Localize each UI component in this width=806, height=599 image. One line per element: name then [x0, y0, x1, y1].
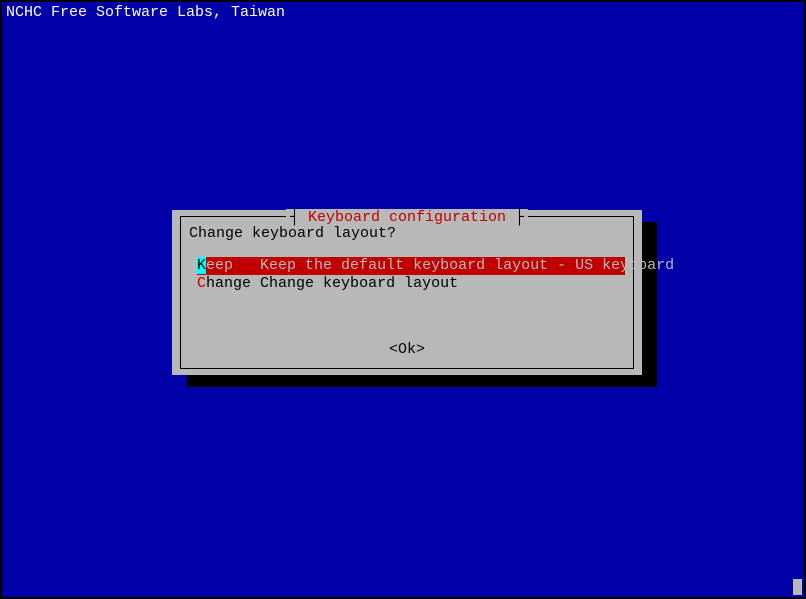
menu-item-hotkey: K: [197, 257, 206, 274]
title-bracket-left: ┤: [290, 209, 299, 226]
menu-item-keep[interactable]: Keep Keep the default keyboard layout - …: [197, 257, 625, 275]
dialog-title-text: Keyboard configuration: [299, 209, 515, 226]
menu-item-change[interactable]: Change Change keyboard layout: [189, 275, 625, 293]
dialog: ┤ Keyboard configuration ├ Change keyboa…: [172, 210, 642, 375]
menu-item-restkey: hange: [206, 275, 251, 292]
cursor-icon: [793, 579, 802, 595]
ok-button[interactable]: <Ok>: [389, 341, 425, 358]
menu-item-padding: [233, 257, 260, 274]
menu-item-padding: [251, 275, 260, 292]
dialog-prompt: Change keyboard layout?: [189, 225, 396, 242]
title-bracket-right: ├: [515, 209, 524, 226]
dialog-title: ┤ Keyboard configuration ├: [286, 209, 528, 226]
menu-item-desc: Keep the default keyboard layout - US ke…: [260, 257, 674, 274]
menu-item-desc: Change keyboard layout: [260, 275, 458, 292]
header-title: NCHC Free Software Labs, Taiwan: [6, 4, 285, 21]
menu: Keep Keep the default keyboard layout - …: [189, 257, 625, 293]
dialog-border: ┤ Keyboard configuration ├ Change keyboa…: [180, 216, 634, 369]
menu-item-restkey: eep: [206, 257, 233, 274]
menu-item-hotkey: C: [197, 275, 206, 292]
